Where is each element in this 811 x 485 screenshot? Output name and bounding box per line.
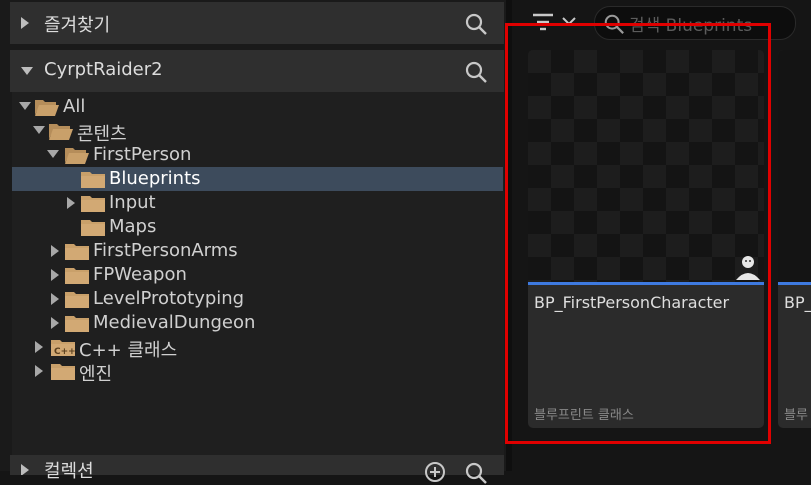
- folder-icon: [51, 364, 75, 380]
- asset-tile[interactable]: BP_ 블루: [778, 50, 811, 428]
- tree-item-label: All: [63, 96, 86, 117]
- folder-open-icon: [35, 100, 59, 116]
- expand-arrow-icon[interactable]: [20, 16, 30, 30]
- tree-item-label: 엔진: [79, 364, 113, 385]
- cpp-folder-icon: C++: [51, 340, 76, 357]
- folder-open-icon: [49, 124, 73, 140]
- expand-arrow-icon[interactable]: [50, 316, 60, 330]
- tree-item-all[interactable]: All: [12, 95, 503, 119]
- tree-item-blueprints[interactable]: Blueprints: [12, 167, 503, 191]
- tree-item-label: MedievalDungeon: [93, 312, 256, 333]
- folder-icon: [81, 196, 105, 212]
- collections-title: 컬렉션: [44, 461, 94, 482]
- tree-item-input[interactable]: Input: [12, 191, 503, 215]
- folder-icon: [65, 316, 89, 332]
- collapse-arrow-icon[interactable]: [47, 149, 59, 159]
- folder-tree: All 콘텐츠 FirstPerson Blueprints Input Map…: [12, 92, 504, 460]
- folder-open-icon: [65, 148, 89, 164]
- tree-item-label: FirstPerson: [93, 144, 192, 165]
- tree-item-medievaldungeon[interactable]: MedievalDungeon: [12, 311, 503, 335]
- tree-item-cpp-classes[interactable]: C++ C++ 클래스: [12, 335, 503, 361]
- tree-item-label: FPWeapon: [93, 264, 187, 285]
- collapse-arrow-icon[interactable]: [20, 66, 34, 76]
- folder-icon: [65, 292, 89, 308]
- search-icon[interactable]: [464, 461, 488, 485]
- asset-name: BP_: [784, 293, 811, 312]
- tree-item-label: Blueprints: [109, 168, 201, 189]
- tree-item-levelprototyping[interactable]: LevelPrototyping: [12, 287, 503, 311]
- expand-arrow-icon[interactable]: [50, 244, 60, 258]
- tree-item-label: FirstPersonArms: [93, 240, 238, 261]
- expand-arrow-icon[interactable]: [34, 364, 44, 378]
- search-icon[interactable]: [464, 60, 488, 84]
- favorites-title: 즐겨찾기: [44, 15, 111, 36]
- highlight-box: [505, 23, 771, 444]
- expand-arrow-icon[interactable]: [66, 196, 76, 210]
- tree-item-firstperson[interactable]: FirstPerson: [12, 143, 503, 167]
- asset-type-bar: [778, 282, 811, 285]
- collapse-arrow-icon[interactable]: [33, 125, 45, 135]
- tree-item-engine[interactable]: 엔진: [12, 359, 503, 385]
- favorites-header[interactable]: 즐겨찾기: [10, 2, 504, 44]
- tree-item-fpweapon[interactable]: FPWeapon: [12, 263, 503, 287]
- svg-text:C++: C++: [54, 347, 76, 357]
- project-header[interactable]: CyrptRaider2: [10, 50, 504, 92]
- expand-arrow-icon[interactable]: [50, 268, 60, 282]
- project-title: CyrptRaider2: [44, 59, 163, 80]
- asset-thumbnail: [778, 50, 811, 282]
- tree-item-maps[interactable]: Maps: [12, 215, 503, 239]
- asset-type-label: 블루: [784, 408, 808, 423]
- collections-header[interactable]: 컬렉션: [10, 455, 504, 484]
- tree-item-content[interactable]: 콘텐츠: [12, 119, 503, 145]
- search-icon[interactable]: [464, 12, 488, 36]
- expand-arrow-icon[interactable]: [20, 463, 30, 475]
- tree-item-label: Input: [109, 192, 156, 213]
- tree-item-firstpersonarms[interactable]: FirstPersonArms: [12, 239, 503, 263]
- collapse-arrow-icon[interactable]: [19, 101, 31, 111]
- expand-arrow-icon[interactable]: [34, 340, 44, 354]
- folder-icon: [81, 172, 105, 188]
- folder-icon: [65, 268, 89, 284]
- add-collection-icon[interactable]: [424, 461, 446, 483]
- folder-icon: [65, 244, 89, 260]
- folder-icon: [81, 220, 105, 236]
- tree-item-label: LevelPrototyping: [93, 288, 245, 309]
- tree-item-label: Maps: [109, 216, 157, 237]
- expand-arrow-icon[interactable]: [50, 292, 60, 306]
